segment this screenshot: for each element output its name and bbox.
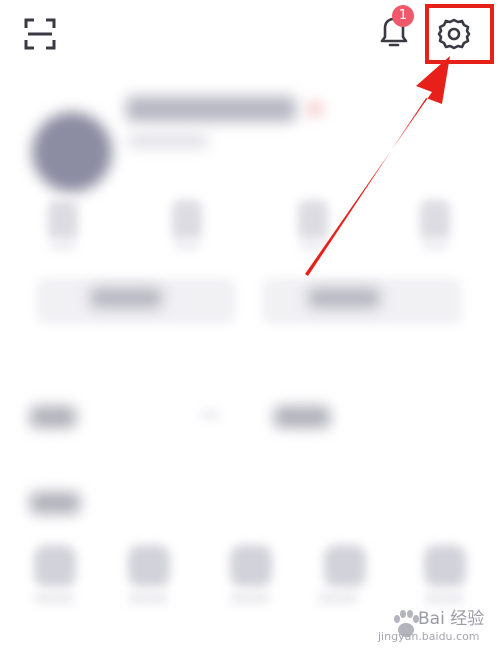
grid-item-icon bbox=[230, 545, 272, 587]
stat-label bbox=[422, 240, 448, 250]
scan-icon[interactable] bbox=[22, 16, 58, 52]
section-label bbox=[30, 406, 76, 428]
grid-item-label bbox=[230, 592, 270, 604]
grid-item-icon bbox=[424, 545, 466, 587]
annotation-highlight-box bbox=[425, 4, 494, 64]
grid-item-label bbox=[128, 592, 168, 604]
grid-item-label bbox=[34, 592, 74, 604]
grid-item-label bbox=[318, 592, 358, 604]
chevron-icon bbox=[200, 410, 220, 420]
stat-label bbox=[50, 240, 76, 250]
avatar bbox=[32, 112, 112, 192]
username-placeholder bbox=[126, 96, 296, 122]
stat-item bbox=[298, 200, 328, 240]
stat-label bbox=[174, 240, 200, 250]
notification-badge: 1 bbox=[392, 5, 414, 27]
section-title bbox=[30, 492, 80, 514]
feature-card-label bbox=[90, 288, 162, 308]
user-subtitle-placeholder bbox=[128, 134, 208, 148]
section-label bbox=[274, 406, 330, 428]
stat-item bbox=[420, 200, 450, 240]
feature-card-label bbox=[308, 288, 380, 308]
stat-label bbox=[300, 240, 326, 250]
grid-item-icon bbox=[128, 545, 170, 587]
status-dot bbox=[308, 102, 322, 116]
grid-item-icon bbox=[324, 545, 366, 587]
watermark-url: jingyan.baidu.com bbox=[378, 630, 480, 643]
grid-item-icon bbox=[34, 545, 76, 587]
stat-item bbox=[172, 200, 202, 240]
stat-item bbox=[48, 200, 78, 240]
watermark-text: Bai 经验 bbox=[418, 609, 485, 629]
